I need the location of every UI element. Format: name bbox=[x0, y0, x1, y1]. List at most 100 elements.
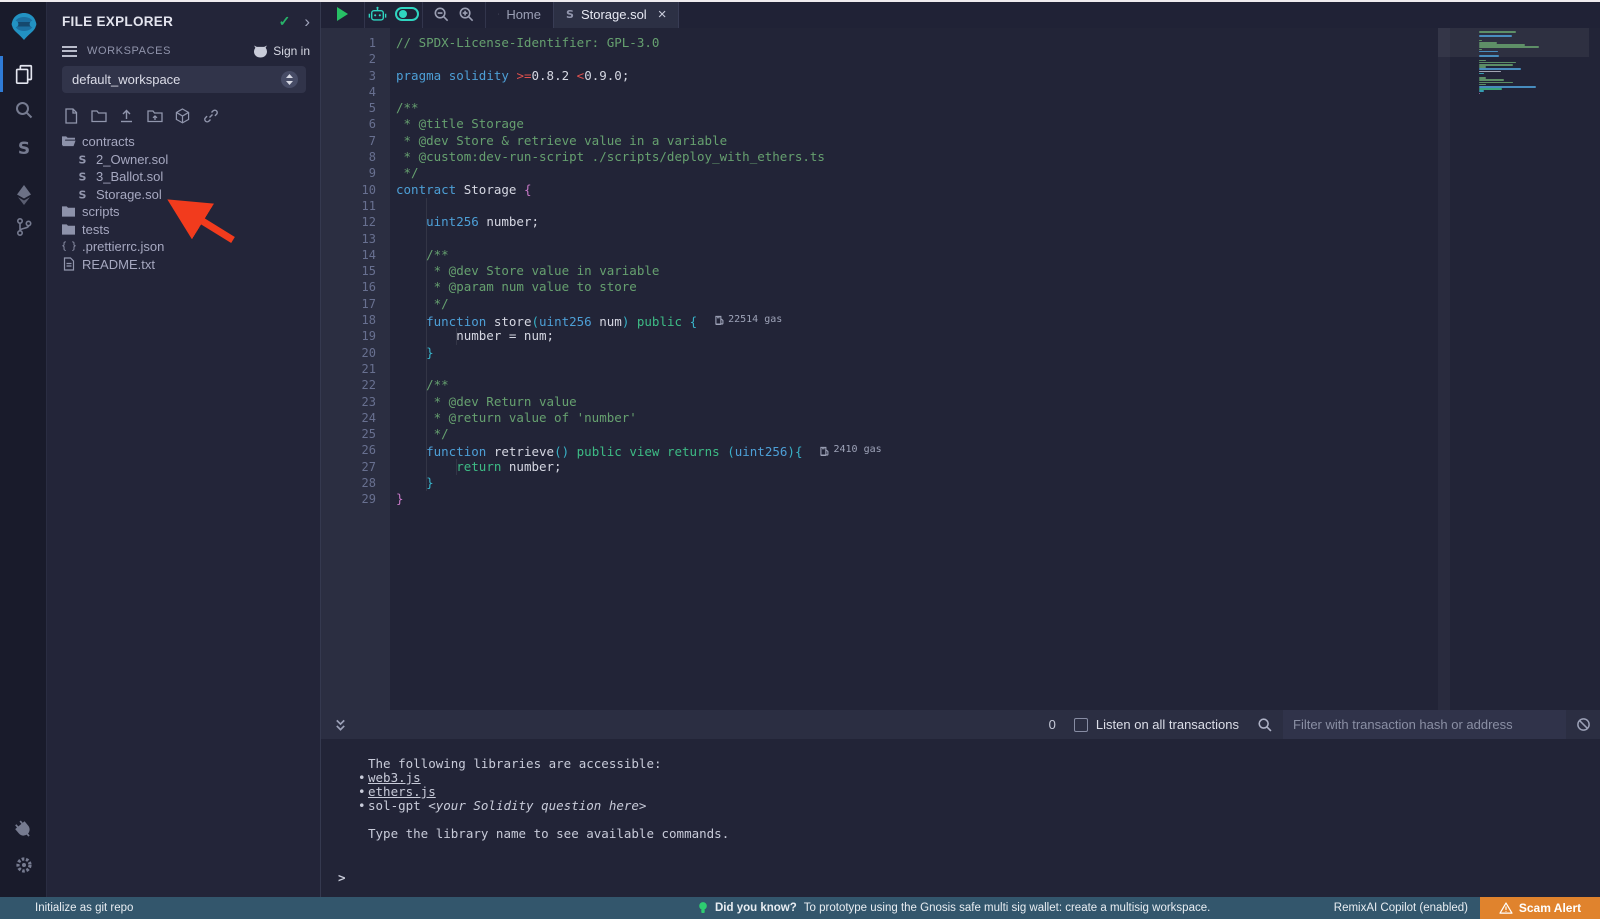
tree-item-2_Owner.sol[interactable]: S2_Owner.sol bbox=[47, 151, 320, 169]
workspace-select[interactable]: default_workspace bbox=[62, 66, 306, 93]
tree-item-Storage.sol[interactable]: SStorage.sol bbox=[47, 186, 320, 204]
box-icon[interactable] bbox=[174, 107, 191, 124]
run-script-button[interactable] bbox=[321, 0, 364, 28]
line-number: 2 bbox=[321, 51, 390, 67]
code-line-29[interactable]: } bbox=[390, 491, 1600, 507]
code-line-26[interactable]: function retrieve() public view returns … bbox=[390, 442, 1600, 458]
code-editor[interactable]: 1234567891011121314151617181920212223242… bbox=[321, 28, 1600, 710]
code-line-19[interactable]: number = num; bbox=[390, 328, 1600, 344]
line-number: 3 bbox=[321, 68, 390, 84]
terminal-link[interactable]: ethers.js bbox=[368, 785, 436, 799]
terminal-search-icon[interactable] bbox=[1257, 717, 1273, 733]
new-folder-icon[interactable] bbox=[90, 107, 107, 124]
code-line-27[interactable]: return number; bbox=[390, 459, 1600, 475]
code-line-8[interactable]: * @custom:dev-run-script ./scripts/deplo… bbox=[390, 149, 1600, 165]
code-line-21[interactable] bbox=[390, 361, 1600, 377]
code-line-17[interactable]: */ bbox=[390, 296, 1600, 312]
terminal-output[interactable]: The following libraries are accessible:•… bbox=[321, 739, 1600, 897]
tree-item-contracts[interactable]: contracts bbox=[47, 133, 320, 151]
git-icon[interactable] bbox=[0, 214, 47, 240]
code-line-14[interactable]: /** bbox=[390, 247, 1600, 263]
code-line-3[interactable]: pragma solidity >=0.8.2 <0.9.0; bbox=[390, 68, 1600, 84]
close-tab-icon[interactable]: × bbox=[658, 7, 667, 22]
scam-alert-button[interactable]: Scam Alert bbox=[1480, 897, 1600, 919]
workspace-stepper-icon bbox=[281, 71, 298, 88]
link-icon[interactable] bbox=[202, 107, 219, 124]
line-number: 10 bbox=[321, 182, 390, 198]
copilot-status[interactable]: RemixAI Copilot (enabled) bbox=[1334, 897, 1468, 919]
editor-scrollbar[interactable] bbox=[1438, 28, 1450, 710]
terminal-link[interactable]: web3.js bbox=[368, 771, 421, 785]
tree-item-tests[interactable]: tests bbox=[47, 221, 320, 239]
zoom-in-icon[interactable] bbox=[458, 6, 475, 23]
remix-logo-icon[interactable] bbox=[0, 9, 47, 45]
tip-text: To prototype using the Gnosis safe multi… bbox=[804, 902, 1211, 914]
scam-alert-label: Scam Alert bbox=[1519, 901, 1581, 915]
code-line-18[interactable]: function store(uint256 num) public {2251… bbox=[390, 312, 1600, 328]
code-line-4[interactable] bbox=[390, 84, 1600, 100]
deploy-and-run-icon[interactable] bbox=[0, 182, 47, 208]
workspaces-menu-icon[interactable] bbox=[62, 46, 77, 57]
code-line-13[interactable] bbox=[390, 231, 1600, 247]
code-line-23[interactable]: * @dev Return value bbox=[390, 394, 1600, 410]
zoom-out-icon[interactable] bbox=[433, 6, 450, 23]
plugin-manager-icon[interactable] bbox=[0, 814, 47, 844]
upload-file-icon[interactable] bbox=[118, 107, 135, 124]
search-icon[interactable] bbox=[0, 98, 47, 122]
new-file-icon[interactable] bbox=[62, 107, 79, 124]
upload-folder-icon[interactable] bbox=[146, 107, 163, 124]
code-line-7[interactable]: * @dev Store & retrieve value in a varia… bbox=[390, 133, 1600, 149]
tree-item-scripts[interactable]: scripts bbox=[47, 203, 320, 221]
listen-all-transactions-checkbox[interactable] bbox=[1074, 718, 1088, 732]
tree-item-3_Ballot.sol[interactable]: S3_Ballot.sol bbox=[47, 168, 320, 186]
settings-gear-icon[interactable] bbox=[0, 852, 47, 878]
github-sign-in-button[interactable]: Sign in bbox=[253, 44, 310, 58]
clear-console-icon[interactable] bbox=[1576, 717, 1591, 732]
code-line-1[interactable]: // SPDX-License-Identifier: GPL-3.0 bbox=[390, 35, 1600, 51]
collapse-terminal-icon[interactable] bbox=[334, 718, 347, 732]
transaction-filter-input[interactable] bbox=[1283, 710, 1566, 739]
code-line-20[interactable]: } bbox=[390, 345, 1600, 361]
listen-all-transactions-label: Listen on all transactions bbox=[1096, 717, 1239, 732]
tree-item-.prettierrc.json[interactable]: { }.prettierrc.json bbox=[47, 238, 320, 256]
code-line-22[interactable]: /** bbox=[390, 377, 1600, 393]
code-line-15[interactable]: * @dev Store value in variable bbox=[390, 263, 1600, 279]
gas-estimate-badge: 2410 gas bbox=[820, 442, 881, 458]
code-line-6[interactable]: * @title Storage bbox=[390, 116, 1600, 132]
code-line-9[interactable]: */ bbox=[390, 165, 1600, 181]
code-line-24[interactable]: * @return value of 'number' bbox=[390, 410, 1600, 426]
line-number: 17 bbox=[321, 296, 390, 312]
code-line-2[interactable] bbox=[390, 51, 1600, 67]
file-explorer-icon[interactable] bbox=[0, 60, 47, 88]
line-number: 14 bbox=[321, 247, 390, 263]
code-line-11[interactable] bbox=[390, 198, 1600, 214]
code-line-10[interactable]: contract Storage { bbox=[390, 182, 1600, 198]
tab-home[interactable]: Home bbox=[486, 0, 553, 28]
code-line-12[interactable]: uint256 number; bbox=[390, 214, 1600, 230]
terminal-panel: 0 Listen on all transactions The followi… bbox=[321, 710, 1600, 897]
line-number: 4 bbox=[321, 84, 390, 100]
tree-item-label: tests bbox=[82, 222, 109, 237]
ai-copilot-toggle[interactable] bbox=[395, 7, 419, 21]
file-icon bbox=[61, 257, 76, 272]
tab-storage-sol[interactable]: S Storage.sol × bbox=[553, 0, 679, 28]
line-number: 19 bbox=[321, 328, 390, 344]
ai-copilot-robot-icon[interactable] bbox=[368, 6, 387, 23]
solidity-compiler-icon[interactable]: S bbox=[0, 136, 47, 160]
code-pane[interactable]: // SPDX-License-Identifier: GPL-3.0 pragm… bbox=[390, 28, 1600, 710]
folder-open-icon bbox=[61, 134, 76, 149]
terminal-line: •web3.js bbox=[358, 771, 1600, 785]
tree-item-README.txt[interactable]: README.txt bbox=[47, 256, 320, 274]
line-number: 16 bbox=[321, 279, 390, 295]
warning-icon bbox=[1499, 902, 1513, 914]
terminal-prompt[interactable]: > bbox=[338, 870, 346, 885]
line-number: 18 bbox=[321, 312, 390, 328]
code-line-16[interactable]: * @param num value to store bbox=[390, 279, 1600, 295]
explorer-toolbar bbox=[62, 107, 219, 124]
code-line-5[interactable]: /** bbox=[390, 100, 1600, 116]
init-git-repo-button[interactable]: Initialize as git repo bbox=[35, 897, 133, 919]
solidity-icon: S bbox=[75, 169, 90, 184]
code-line-28[interactable]: } bbox=[390, 475, 1600, 491]
code-line-25[interactable]: */ bbox=[390, 426, 1600, 442]
chevron-right-icon[interactable]: › bbox=[304, 13, 310, 30]
